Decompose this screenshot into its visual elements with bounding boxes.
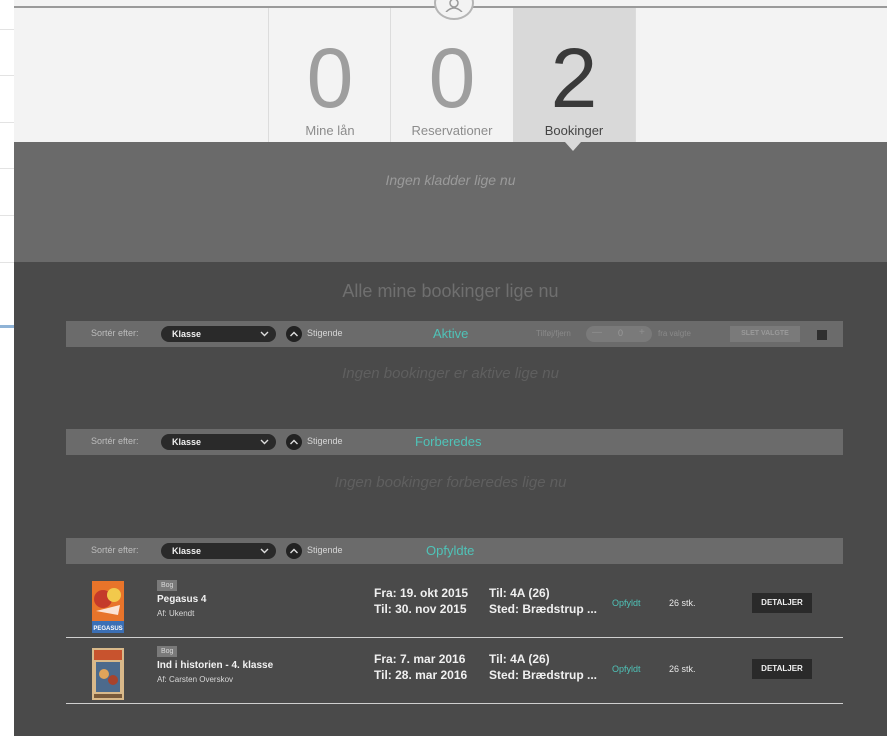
sort-order-label: Stigende [307,436,343,446]
booking-title: Ind i historien - 4. klasse [157,660,274,671]
chevron-up-icon [290,439,298,445]
divider [0,168,14,169]
details-button[interactable]: DETALJER [752,593,812,613]
booking-dates-line-2: Til: 30. nov 2015 Sted: Brædstrup ... [374,602,597,616]
section-title-aktive: Aktive [433,326,469,341]
sort-order-label: Stigende [307,545,343,555]
delete-selected-button[interactable]: SLET VALGTE [730,326,800,342]
booking-row: Bog Ind i historien - 4. klasse Af: Cars… [66,644,843,704]
book-cover-image: PEGASUS [92,581,124,633]
stat-reservations-value: 0 [428,31,476,125]
stat-divider [635,8,637,142]
add-remove-label: Tilføj/fjern [536,329,571,338]
sort-select-value: Klasse [172,437,202,447]
sort-label: Sortér efter: [91,436,139,446]
chevron-down-icon [260,439,269,445]
booking-place: Sted: Brædstrup ... [489,668,598,682]
booking-count: 26 stk. [669,664,696,674]
booking-dates-line-2: Til: 28. mar 2016 Sted: Brædstrup ... [374,668,597,682]
stat-loans[interactable]: 0 Mine lån [268,8,391,142]
book-cover-image [92,648,124,700]
booking-row: PEGASUS Bog Pegasus 4 Af: Ukendt Fra: 19… [66,578,843,638]
selection-line [0,325,14,328]
aktive-empty-message: Ingen bookinger er aktive lige nu [342,365,559,382]
booking-dates-line-1: Fra: 7. mar 2016 Til: 4A (26) [374,652,550,666]
chevron-down-icon [260,548,269,554]
quantity-value: 0 [618,328,624,338]
sort-label: Sortér efter: [91,545,139,555]
booking-class: Til: 4A (26) [489,652,550,666]
section-bar-forberedes: Sortér efter: Klasse Stigende Forberedes [66,429,843,455]
divider [0,262,14,263]
sort-label: Sortér efter: [91,328,139,338]
stat-loans-label: Mine lån [305,123,355,138]
section-title-opfyldte: Opfyldte [426,543,475,558]
sort-order-toggle[interactable] [286,434,302,450]
stat-bookings-label: Bookinger [544,123,604,138]
stat-bookings-value: 2 [550,31,598,125]
select-all-checkbox[interactable] [817,330,827,340]
sort-select-value: Klasse [172,546,202,556]
stat-bookings[interactable]: 2 Bookinger [513,8,635,142]
stat-reservations-label: Reservationer [411,123,493,138]
chevron-down-icon [260,331,269,337]
book-cover-text: PEGASUS [93,626,122,632]
booking-count: 26 stk. [669,598,696,608]
booking-from-date: Fra: 7. mar 2016 [374,652,466,666]
media-type-badge: Bog [157,580,178,591]
booking-dates-line-1: Fra: 19. okt 2015 Til: 4A (26) [374,586,550,600]
divider [0,215,14,216]
background-page-strip [0,0,14,736]
booking-title: Pegasus 4 [157,594,207,605]
booking-status: Opfyldt [612,664,641,674]
divider [0,29,14,30]
booking-status: Opfyldt [612,598,641,608]
booking-from-date: Fra: 19. okt 2015 [374,586,469,600]
divider [0,122,14,123]
booking-to-date: Til: 28. mar 2016 [374,668,468,682]
selected-label: fra valgte [658,329,691,338]
sort-order-label: Stigende [307,328,343,338]
stat-reservations[interactable]: 0 Reservationer [390,8,513,142]
page-title: Alle mine bookinger lige nu [342,281,559,301]
details-button[interactable]: DETALJER [752,659,812,679]
sort-select[interactable]: Klasse [161,543,276,559]
sort-select-value: Klasse [172,329,202,339]
sort-select[interactable]: Klasse [161,434,276,450]
chevron-up-icon [290,331,298,337]
section-bar-opfyldte: Sortér efter: Klasse Stigende Opfyldte [66,538,843,564]
active-tab-pointer [565,142,581,151]
divider [0,75,14,76]
quantity-plus-button[interactable]: + [639,327,645,338]
media-type-badge: Bog [157,646,178,657]
drafts-panel: Ingen kladder lige nu [14,142,887,262]
booking-to-date: Til: 30. nov 2015 [374,602,467,616]
stat-loans-value: 0 [306,31,354,125]
sort-order-toggle[interactable] [286,543,302,559]
booking-author: Af: Carsten Overskov [157,675,234,684]
stats-header: 0 Mine lån 0 Reservationer 2 Bookinger [14,0,887,142]
quantity-minus-button[interactable]: — [592,327,602,338]
drafts-empty-message: Ingen kladder lige nu [385,172,516,188]
section-bar-aktive: Sortér efter: Klasse Stigende Aktive Til… [66,321,843,347]
sort-order-toggle[interactable] [286,326,302,342]
booking-place: Sted: Brædstrup ... [489,602,598,616]
chevron-up-icon [290,548,298,554]
booking-class: Til: 4A (26) [489,586,550,600]
booking-author: Af: Ukendt [157,609,195,618]
forberedes-empty-message: Ingen bookinger forberedes lige nu [334,474,567,491]
sort-select[interactable]: Klasse [161,326,276,342]
section-title-forberedes: Forberedes [415,434,482,449]
